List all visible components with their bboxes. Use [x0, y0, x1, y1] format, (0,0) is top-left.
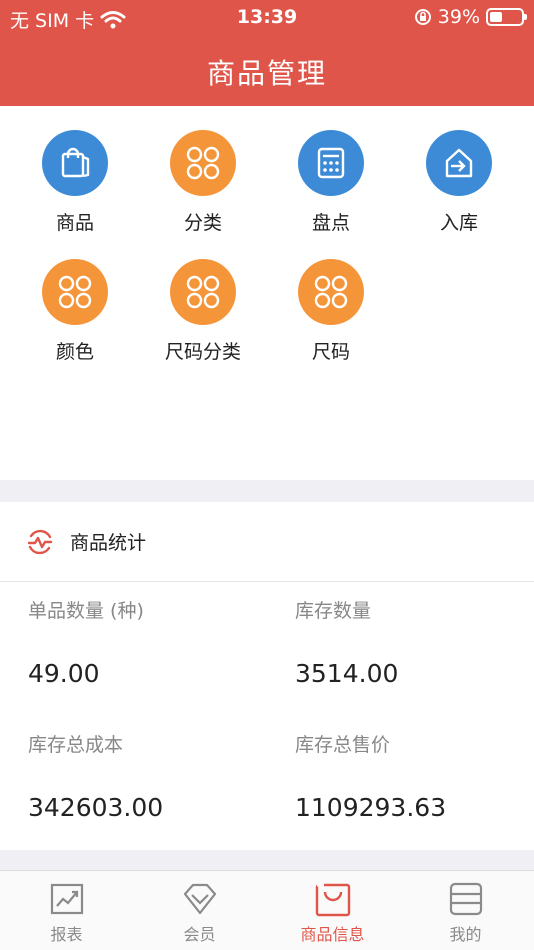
rotation-lock-icon	[414, 9, 431, 25]
stat-value: 49.00	[28, 659, 100, 688]
category-circle	[170, 130, 236, 196]
stats-header: 商品统计	[0, 502, 534, 582]
grid-item-size-category[interactable]: 尺码分类	[139, 259, 267, 379]
stats-title: 商品统计	[70, 532, 147, 554]
color-circle	[42, 259, 108, 325]
profile-card-icon	[449, 882, 482, 916]
battery-percent: 39%	[437, 6, 480, 28]
tab-member[interactable]: 会员	[133, 871, 266, 950]
stat-label: 库存数量	[295, 600, 372, 622]
grid-label-stocktake: 盘点	[311, 212, 350, 234]
status-right: 39%	[414, 6, 527, 28]
stat-stock-count: 库存数量 3514.00	[295, 596, 534, 688]
grid-label-size-category: 尺码分类	[164, 341, 241, 363]
stat-value: 1109293.63	[295, 793, 447, 822]
grid-item-inbound[interactable]: 入库	[395, 130, 523, 250]
clover-icon	[58, 275, 92, 309]
stats-panel: 商品统计 单品数量 (种) 49.00 库存数量 3514.00 库存总成本 3…	[0, 502, 534, 850]
function-grid: 商品 分类 盘点 入库 颜色 尺码分类 尺码	[0, 106, 534, 480]
tab-label: 商品信息	[300, 925, 365, 944]
stat-label: 库存总售价	[295, 734, 391, 756]
tab-label: 我的	[449, 925, 482, 944]
stat-value: 342603.00	[28, 793, 164, 822]
tab-label: 报表	[50, 925, 83, 944]
grid-item-size[interactable]: 尺码	[267, 259, 395, 379]
stat-value: 3514.00	[295, 659, 399, 688]
grid-label-goods: 商品	[55, 212, 94, 234]
grid-label-color: 颜色	[55, 341, 94, 363]
goods-circle	[42, 130, 108, 196]
tab-goods-info[interactable]: 商品信息	[266, 871, 399, 950]
stocktake-circle	[298, 130, 364, 196]
app-header: 无 SIM 卡 13:39 39% 商品管理	[0, 0, 534, 106]
page-title: 商品管理	[206, 57, 327, 90]
size-category-circle	[170, 259, 236, 325]
grid-label-inbound: 入库	[439, 212, 478, 234]
tab-report[interactable]: 报表	[0, 871, 133, 950]
grid-item-stocktake[interactable]: 盘点	[267, 130, 395, 250]
status-bar: 无 SIM 卡 13:39 39%	[0, 0, 534, 36]
size-circle	[298, 259, 364, 325]
tab-mine[interactable]: 我的	[399, 871, 532, 950]
grid-item-color[interactable]: 颜色	[11, 259, 139, 379]
report-icon	[50, 883, 83, 915]
stat-label: 库存总成本	[28, 734, 124, 756]
battery-icon	[486, 8, 527, 26]
clover-icon	[314, 275, 348, 309]
house-arrow-icon	[445, 148, 473, 178]
bag-icon	[315, 883, 350, 917]
stat-sku-count: 单品数量 (种) 49.00	[28, 596, 288, 688]
clover-icon	[186, 146, 220, 180]
clover-icon	[186, 275, 220, 309]
diamond-icon	[183, 883, 216, 915]
grid-label-size: 尺码	[311, 341, 350, 363]
shopping-bag-icon	[61, 147, 90, 178]
calculator-icon	[317, 147, 345, 179]
tab-bar: 报表 会员 商品信息 我的	[0, 870, 534, 950]
stat-label: 单品数量 (种)	[28, 600, 144, 622]
grid-label-category: 分类	[183, 212, 222, 234]
statistics-icon	[27, 529, 53, 554]
inbound-circle	[426, 130, 492, 196]
grid-item-goods[interactable]: 商品	[11, 130, 139, 250]
stat-stock-cost: 库存总成本 342603.00	[28, 730, 288, 822]
stat-stock-price: 库存总售价 1109293.63	[295, 730, 534, 822]
tab-label: 会员	[183, 925, 216, 944]
grid-item-category[interactable]: 分类	[139, 130, 267, 250]
